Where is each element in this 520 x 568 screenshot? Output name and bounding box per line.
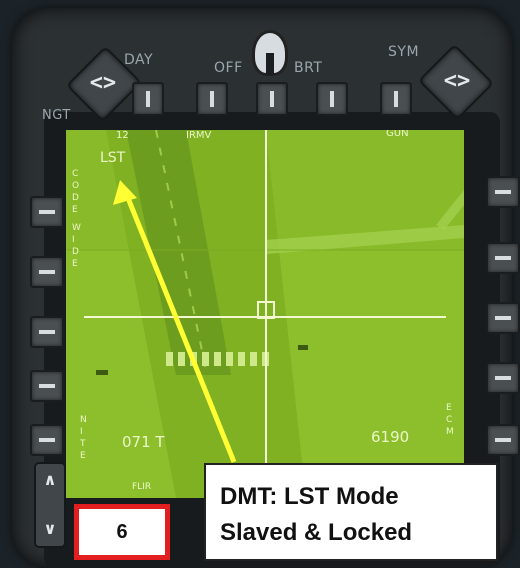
- osb-top-4[interactable]: [316, 82, 348, 116]
- osb-right-5[interactable]: [486, 424, 520, 456]
- osb-left-4[interactable]: [30, 370, 64, 402]
- mfd-lst-mode: LST: [100, 150, 126, 166]
- mfd-irmv-label: IRMV: [186, 130, 212, 141]
- osb-left-2[interactable]: [30, 256, 64, 288]
- sym-label: SYM: [388, 44, 420, 60]
- mfd-code-label: C O D E: [72, 169, 80, 215]
- step-number-badge: 6: [74, 504, 170, 560]
- osb-right-2[interactable]: [486, 242, 520, 274]
- mfd-gun-label: GUN: [386, 130, 409, 139]
- brightness-knob[interactable]: [252, 30, 288, 76]
- osb-left-3[interactable]: [30, 316, 64, 348]
- day-label: DAY: [124, 52, 154, 68]
- mfd-flir-label: FLIR: [132, 482, 152, 492]
- callout-line-2: Slaved & Locked: [220, 519, 413, 546]
- mfd-ecm-label: E C M: [446, 403, 454, 437]
- mfd-nite-label: N I T E: [80, 415, 87, 461]
- osb-top-1[interactable]: [132, 82, 164, 116]
- osb-top-2[interactable]: [196, 82, 228, 116]
- osb-right-4[interactable]: [486, 362, 520, 394]
- mfd-range-readout: 6190: [371, 428, 410, 446]
- osb-left-1[interactable]: [30, 196, 64, 228]
- osb-top-3[interactable]: [256, 82, 288, 116]
- callout-box: DMT: LST Mode Slaved & Locked: [204, 463, 498, 561]
- rocker-arrows-icon: <>: [89, 70, 117, 96]
- rocker-arrows-icon: <>: [443, 68, 471, 94]
- brightness-brt-label: BRT: [294, 60, 323, 76]
- mfd-top-number: 12: [116, 130, 129, 141]
- chevron-down-icon: ∨: [43, 519, 57, 538]
- osb-left-5[interactable]: [30, 424, 64, 456]
- osb-top-5[interactable]: [380, 82, 412, 116]
- mfd-heading-readout: 071 T: [122, 433, 165, 451]
- ngt-label: NGT: [42, 108, 71, 123]
- brightness-off-label: OFF: [214, 60, 243, 76]
- callout-line-1: DMT: LST Mode: [220, 483, 399, 510]
- flir-display: 12 IRMV GUN LST C O D E W I D E N I T E …: [66, 130, 464, 498]
- mfd-wide-label: W I D E: [72, 223, 81, 269]
- contrast-rocker[interactable]: ∧ ∨: [34, 462, 66, 548]
- osb-right-1[interactable]: [486, 176, 520, 208]
- osb-right-3[interactable]: [486, 302, 520, 334]
- chevron-up-icon: ∧: [43, 470, 57, 489]
